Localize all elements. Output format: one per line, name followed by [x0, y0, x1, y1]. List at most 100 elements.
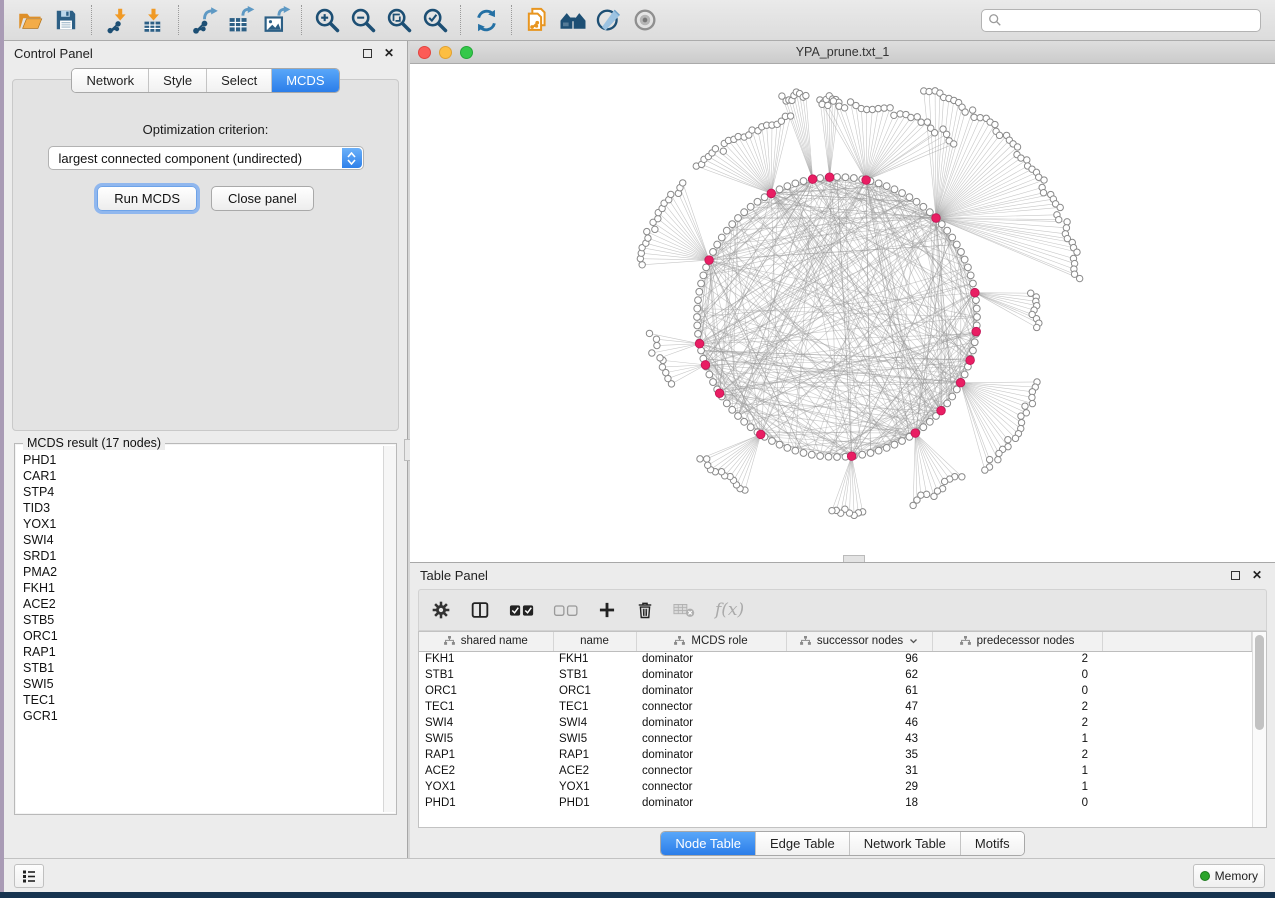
- tab-network[interactable]: Network: [72, 69, 148, 92]
- mcds-result-item[interactable]: TID3: [15, 500, 383, 516]
- cell: 18: [786, 795, 932, 811]
- node-table[interactable]: shared namenameMCDS rolesuccessor nodesp…: [419, 632, 1252, 811]
- mcds-result-item[interactable]: RAP1: [15, 644, 383, 660]
- deselect-all-button[interactable]: [553, 602, 579, 618]
- mcds-result-item[interactable]: YOX1: [15, 516, 383, 532]
- table-scrollbar[interactable]: [1252, 632, 1266, 827]
- toolbar-separator: [301, 5, 302, 35]
- table-row[interactable]: YOX1YOX1connector291: [419, 779, 1252, 795]
- refresh-button[interactable]: [468, 3, 504, 37]
- clone-network-button[interactable]: [519, 3, 555, 37]
- search-input[interactable]: [1002, 13, 1254, 27]
- network-canvas[interactable]: [410, 64, 1275, 562]
- zoom-out-button[interactable]: [345, 3, 381, 37]
- mcds-result-item[interactable]: SRD1: [15, 548, 383, 564]
- table-panel: Table Panel ✕: [410, 563, 1275, 858]
- mcds-result-item[interactable]: PHD1: [15, 452, 383, 468]
- float-table-panel-button[interactable]: [1227, 567, 1243, 583]
- mcds-result-item[interactable]: STB1: [15, 660, 383, 676]
- cell: 46: [786, 715, 932, 731]
- function-builder-button[interactable]: f(x): [715, 600, 744, 620]
- table-row[interactable]: RAP1RAP1dominator352: [419, 747, 1252, 763]
- hide-graphics-details-button[interactable]: [591, 3, 627, 37]
- tab-edge-table[interactable]: Edge Table: [755, 832, 849, 855]
- horizontal-split-grip[interactable]: [843, 555, 865, 562]
- mcds-result-item[interactable]: STP4: [15, 484, 383, 500]
- tab-mcds[interactable]: MCDS: [271, 69, 338, 92]
- result-list-scrollbar[interactable]: [383, 446, 396, 812]
- cell: SWI4: [419, 715, 553, 731]
- open-file-button[interactable]: [12, 3, 48, 37]
- float-icon: [363, 49, 372, 58]
- search-icon: [988, 13, 1002, 27]
- save-session-button[interactable]: [48, 3, 84, 37]
- split-panel-button[interactable]: [469, 599, 491, 621]
- close-table-panel-button[interactable]: ✕: [1249, 567, 1265, 583]
- table-row[interactable]: TEC1TEC1connector472: [419, 699, 1252, 715]
- table-row[interactable]: ACE2ACE2connector311: [419, 763, 1252, 779]
- delete-table-button[interactable]: [673, 601, 697, 619]
- table-row[interactable]: ORC1ORC1dominator610: [419, 683, 1252, 699]
- delete-column-button[interactable]: [635, 600, 655, 620]
- search-network-button[interactable]: [555, 3, 591, 37]
- column-header-shared-name[interactable]: shared name: [419, 632, 553, 651]
- mcds-result-item[interactable]: GCR1: [15, 708, 383, 724]
- show-graphics-details-button[interactable]: [627, 3, 663, 37]
- select-all-button[interactable]: [509, 602, 535, 618]
- mcds-result-item[interactable]: SWI4: [15, 532, 383, 548]
- add-column-button[interactable]: [597, 600, 617, 620]
- mcds-result-item[interactable]: ORC1: [15, 628, 383, 644]
- close-panel-action-button[interactable]: Close panel: [211, 186, 314, 211]
- import-network-button[interactable]: [99, 3, 135, 37]
- table-row[interactable]: STB1STB1dominator620: [419, 667, 1252, 683]
- optimization-criterion-select[interactable]: largest connected component (undirected): [48, 146, 364, 170]
- tab-motifs[interactable]: Motifs: [960, 832, 1024, 855]
- tab-select[interactable]: Select: [206, 69, 271, 92]
- hide-details-icon: [595, 6, 623, 34]
- zoom-selected-button[interactable]: [417, 3, 453, 37]
- zoom-in-button[interactable]: [309, 3, 345, 37]
- cell: SWI5: [553, 731, 636, 747]
- table-row[interactable]: FKH1FKH1dominator962: [419, 651, 1252, 667]
- cell: RAP1: [419, 747, 553, 763]
- mcds-result-item[interactable]: SWI5: [15, 676, 383, 692]
- save-icon: [53, 7, 79, 33]
- table-row[interactable]: SWI4SWI4dominator462: [419, 715, 1252, 731]
- mcds-result-item[interactable]: FKH1: [15, 580, 383, 596]
- mcds-result-item[interactable]: CAR1: [15, 468, 383, 484]
- mcds-result-item[interactable]: TEC1: [15, 692, 383, 708]
- export-table-button[interactable]: [222, 3, 258, 37]
- memory-label: Memory: [1215, 869, 1258, 883]
- column-header-predecessor-nodes[interactable]: predecessor nodes: [932, 632, 1102, 651]
- table-scrollbar-thumb[interactable]: [1255, 635, 1264, 730]
- close-panel-button[interactable]: ✕: [381, 45, 397, 61]
- import-table-button[interactable]: [135, 3, 171, 37]
- tab-node-table[interactable]: Node Table: [661, 832, 755, 855]
- table-row[interactable]: SWI5SWI5connector431: [419, 731, 1252, 747]
- export-network-button[interactable]: [186, 3, 222, 37]
- mcds-result-item[interactable]: ACE2: [15, 596, 383, 612]
- export-image-icon: [262, 6, 291, 35]
- column-header-MCDS-role[interactable]: MCDS role: [636, 632, 786, 651]
- cell: connector: [636, 731, 786, 747]
- export-image-button[interactable]: [258, 3, 294, 37]
- column-header-name[interactable]: name: [553, 632, 636, 651]
- column-header-successor-nodes[interactable]: successor nodes: [786, 632, 932, 651]
- mcds-result-list[interactable]: PHD1CAR1STP4TID3YOX1SWI4SRD1PMA2FKH1ACE2…: [15, 444, 383, 814]
- zoom-fit-button[interactable]: [381, 3, 417, 37]
- tab-style[interactable]: Style: [148, 69, 206, 92]
- tab-network-table[interactable]: Network Table: [849, 832, 960, 855]
- float-panel-button[interactable]: [359, 45, 375, 61]
- zoom-in-icon: [313, 6, 341, 34]
- cell: 43: [786, 731, 932, 747]
- task-history-button[interactable]: [14, 864, 44, 888]
- network-window-titlebar[interactable]: YPA_prune.txt_1: [410, 41, 1275, 64]
- table-row[interactable]: PHD1PHD1dominator180: [419, 795, 1252, 811]
- mcds-result-item[interactable]: PMA2: [15, 564, 383, 580]
- cell: FKH1: [553, 651, 636, 667]
- memory-button[interactable]: Memory: [1193, 864, 1265, 888]
- cell: 0: [932, 667, 1102, 683]
- run-mcds-button[interactable]: Run MCDS: [97, 186, 197, 211]
- mcds-result-item[interactable]: STB5: [15, 612, 383, 628]
- table-options-button[interactable]: [431, 600, 451, 620]
